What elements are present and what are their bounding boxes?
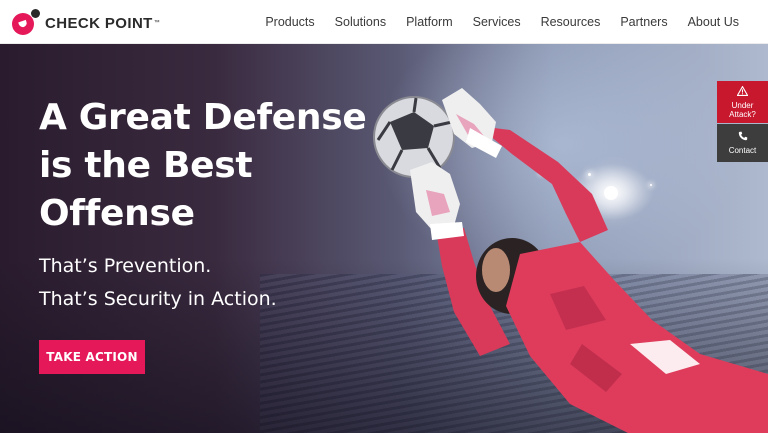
take-action-button[interactable]: TAKE ACTION	[39, 340, 145, 374]
hero-title-line: Offense	[39, 193, 195, 234]
site-header: CHECK POINT ™ Products Solutions Platfor…	[0, 0, 768, 44]
hero-subtitle: That’s Prevention. That’s Security in Ac…	[39, 250, 339, 316]
hero-subtitle-line: That’s Prevention.	[39, 255, 212, 277]
hero-title: A Great Defense is the Best Offense	[39, 94, 379, 238]
under-attack-button[interactable]: Under Attack?	[717, 81, 768, 123]
nav-item-resources[interactable]: Resources	[541, 15, 601, 29]
nav-item-products[interactable]: Products	[265, 15, 314, 29]
hero-banner: A Great Defense is the Best Offense That…	[0, 44, 768, 433]
warning-icon	[736, 84, 749, 99]
under-attack-label: Attack?	[729, 109, 756, 119]
goalkeeper-image	[373, 88, 768, 433]
nav-item-partners[interactable]: Partners	[620, 15, 667, 29]
contact-label: Contact	[728, 146, 757, 155]
logo-trademark: ™	[153, 20, 160, 26]
under-attack-label: Under	[731, 100, 754, 110]
hero-subtitle-line: That’s Security in Action.	[39, 288, 277, 310]
nav-item-solutions[interactable]: Solutions	[335, 15, 386, 29]
nav-item-about-us[interactable]: About Us	[688, 15, 739, 29]
phone-icon	[738, 131, 748, 144]
main-nav: Products Solutions Platform Services Res…	[265, 0, 739, 44]
logo-mark-icon	[12, 9, 40, 37]
nav-item-platform[interactable]: Platform	[406, 15, 453, 29]
contact-button[interactable]: Contact	[717, 124, 768, 162]
nav-item-services[interactable]: Services	[473, 15, 521, 29]
logo-text: CHECK POINT	[45, 14, 153, 32]
check-point-logo[interactable]: CHECK POINT ™	[12, 8, 160, 38]
hero-title-line: is the Best	[39, 145, 253, 186]
hero-title-line: A Great Defense	[39, 97, 367, 138]
